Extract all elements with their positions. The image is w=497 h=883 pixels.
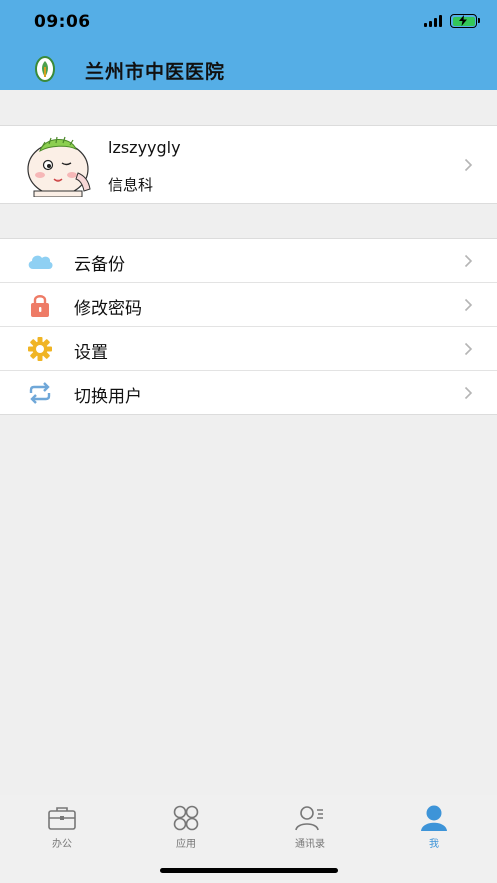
username: lzszyygly: [108, 138, 181, 157]
menu-item-switch-user[interactable]: 切换用户: [0, 371, 497, 414]
battery-icon: [450, 14, 480, 28]
menu-label: 云备份: [74, 255, 125, 275]
chevron-right-icon: [464, 254, 473, 268]
hospital-logo-icon: [35, 56, 55, 82]
apps-icon: [173, 805, 199, 831]
tab-label: 办公: [52, 839, 72, 850]
gear-icon: [28, 337, 52, 361]
settings-menu: 云备份 修改密码 设置 切换用户: [0, 238, 497, 415]
page-title: 兰州市中医医院: [85, 61, 226, 83]
person-icon: [421, 805, 447, 831]
status-time: 09:06: [34, 12, 91, 32]
menu-label: 修改密码: [74, 299, 142, 319]
tab-label: 我: [429, 839, 439, 850]
chevron-right-icon: [464, 342, 473, 356]
menu-label: 切换用户: [74, 387, 142, 407]
menu-label: 设置: [74, 343, 108, 363]
menu-item-change-password[interactable]: 修改密码: [0, 283, 497, 327]
menu-item-settings[interactable]: 设置: [0, 327, 497, 371]
app-header: 09:06 兰州市中医医院: [0, 0, 497, 90]
menu-item-cloud-backup[interactable]: 云备份: [0, 239, 497, 283]
cloud-icon: [28, 255, 53, 269]
signal-icon: [424, 15, 442, 27]
profile-card[interactable]: lzszyygly 信息科: [0, 125, 497, 204]
contacts-icon: [295, 806, 323, 831]
switch-user-icon: [29, 382, 51, 404]
tab-office[interactable]: 办公: [0, 805, 124, 850]
home-indicator: [160, 868, 338, 873]
chevron-right-icon: [464, 386, 473, 400]
tab-contacts[interactable]: 通讯录: [248, 805, 372, 850]
status-icons: [424, 14, 480, 28]
department: 信息科: [108, 176, 154, 194]
tab-label: 应用: [176, 839, 196, 850]
tab-apps[interactable]: 应用: [124, 805, 248, 850]
tab-me[interactable]: 我: [372, 805, 496, 850]
briefcase-icon: [48, 807, 76, 830]
avatar: [27, 136, 91, 197]
chevron-right-icon: [464, 298, 473, 312]
chevron-right-icon: [464, 158, 473, 172]
tab-label: 通讯录: [295, 839, 325, 850]
lock-icon: [31, 295, 49, 317]
